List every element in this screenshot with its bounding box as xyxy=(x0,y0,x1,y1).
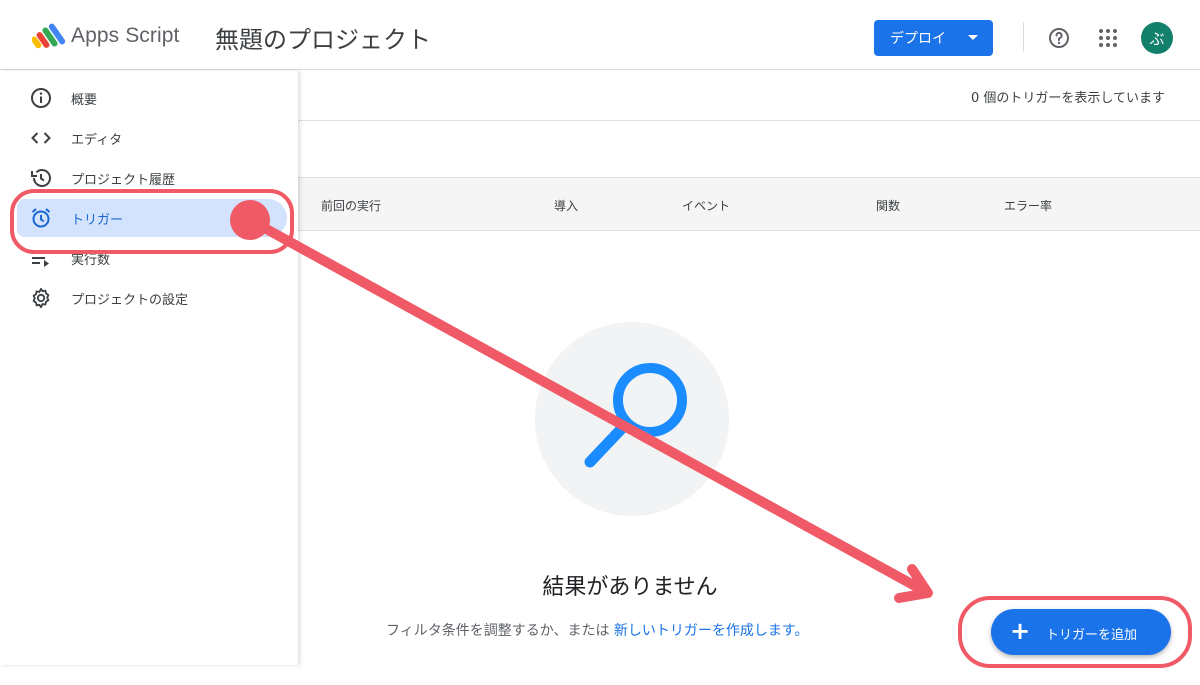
sidebar-item-settings[interactable]: プロジェクトの設定 xyxy=(17,279,287,317)
apps-script-app: Apps Script 無題のプロジェクト デプロイ ぶ 概要 エディタ プロジ… xyxy=(0,0,1200,685)
sidebar-item-executions[interactable]: 実行数 xyxy=(17,239,287,277)
avatar[interactable]: ぶ xyxy=(1141,22,1173,54)
history-icon xyxy=(31,169,51,187)
sidebar-item-overview[interactable]: 概要 xyxy=(17,79,287,117)
deploy-button-label: デプロイ xyxy=(890,31,946,47)
empty-state-illustration xyxy=(535,322,729,516)
sidebar-item-label: 実行数 xyxy=(71,253,111,268)
google-apps-grid-icon[interactable] xyxy=(1096,26,1120,50)
column-header-event[interactable]: イベント xyxy=(682,197,730,214)
column-header-error-rate[interactable]: エラー率 xyxy=(1004,197,1052,214)
create-trigger-link[interactable]: 新しいトリガーを作成します。 xyxy=(614,623,809,639)
top-header: Apps Script 無題のプロジェクト デプロイ ぶ xyxy=(0,0,1200,70)
plus-icon: + xyxy=(1010,617,1031,645)
sidebar-item-label: エディタ xyxy=(71,133,123,148)
sidebar-item-history[interactable]: プロジェクト履歴 xyxy=(17,159,287,197)
sidebar-item-label: 概要 xyxy=(71,93,98,108)
header-divider xyxy=(1023,22,1024,52)
sidebar: 概要 エディタ プロジェクト履歴 トリガー 実行数 プロジェクトの設定 xyxy=(0,71,298,665)
code-icon xyxy=(31,132,51,144)
sidebar-item-label: トリガー xyxy=(71,213,124,228)
info-icon xyxy=(31,88,51,108)
magnifier-icon xyxy=(584,363,687,468)
triggers-table-header: 前回の実行 導入 イベント 関数 エラー率 xyxy=(298,177,1200,231)
sidebar-item-label: プロジェクトの設定 xyxy=(71,293,189,308)
trigger-count-text: 0 個のトリガーを表示しています xyxy=(970,91,1165,106)
empty-state-subtitle: フィルタ条件を調整するか、または 新しいトリガーを作成します。 xyxy=(386,620,809,640)
empty-state-hint: フィルタ条件を調整するか、または xyxy=(386,623,614,639)
sidebar-item-editor[interactable]: エディタ xyxy=(17,119,287,157)
column-header-function[interactable]: 関数 xyxy=(876,197,900,214)
column-header-deployment[interactable]: 導入 xyxy=(554,197,578,214)
sidebar-item-label: プロジェクト履歴 xyxy=(71,173,176,188)
alarm-clock-icon xyxy=(31,208,51,228)
column-header-last-run[interactable]: 前回の実行 xyxy=(321,197,381,214)
caret-down-icon xyxy=(968,35,978,40)
app-name: Apps Script xyxy=(71,24,180,47)
add-trigger-label: トリガーを追加 xyxy=(1046,628,1138,643)
deploy-button[interactable]: デプロイ xyxy=(874,20,993,56)
help-icon[interactable] xyxy=(1047,26,1071,50)
apps-script-logo-icon xyxy=(32,23,66,49)
gear-icon xyxy=(32,287,50,309)
toolbar-divider xyxy=(298,120,1200,121)
add-trigger-button[interactable]: + トリガーを追加 xyxy=(991,609,1171,655)
executions-list-icon xyxy=(32,252,49,267)
sidebar-item-triggers[interactable]: トリガー xyxy=(17,199,287,237)
project-title[interactable]: 無題のプロジェクト xyxy=(215,20,431,55)
